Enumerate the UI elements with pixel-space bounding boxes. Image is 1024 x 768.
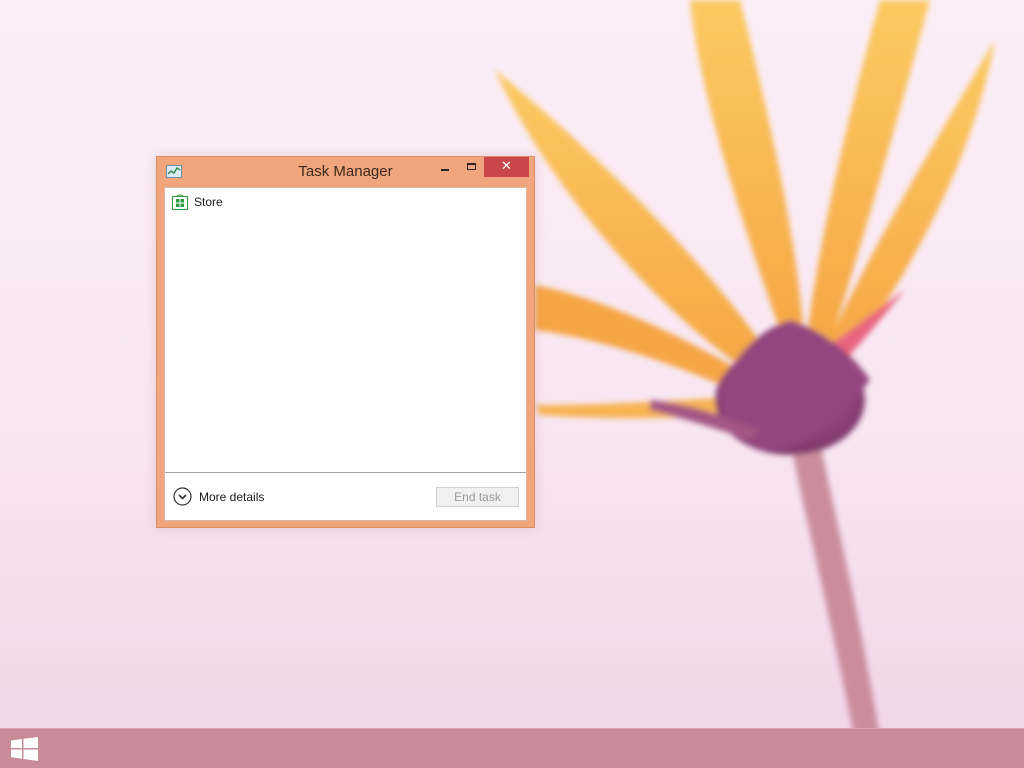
task-manager-window[interactable]: Task Manager ✕ Store More details End ta…: [156, 156, 535, 528]
process-list[interactable]: Store: [165, 188, 526, 472]
more-details-label: More details: [199, 490, 265, 504]
footer-bar: More details End task: [165, 472, 526, 520]
start-button[interactable]: [0, 729, 50, 768]
more-details-button[interactable]: More details: [173, 486, 283, 508]
task-manager-icon: [166, 165, 182, 178]
maximize-button[interactable]: [459, 157, 484, 177]
minimize-button[interactable]: [433, 157, 459, 177]
title-bar[interactable]: Task Manager ✕: [157, 157, 534, 187]
end-task-button[interactable]: End task: [436, 487, 519, 507]
window-content: Store More details End task: [164, 187, 527, 521]
close-icon: ✕: [501, 159, 512, 174]
chevron-down-circle-icon: [173, 487, 192, 506]
windows-logo-icon: [11, 737, 38, 761]
process-name: Store: [194, 195, 223, 209]
store-icon: [172, 194, 188, 210]
maximize-icon: [467, 163, 476, 170]
desktop: Task Manager ✕ Store More details End ta…: [0, 0, 1024, 768]
taskbar: [0, 728, 1024, 768]
minimize-icon: [441, 169, 449, 171]
close-button[interactable]: ✕: [484, 157, 529, 177]
list-item[interactable]: Store: [165, 192, 526, 214]
